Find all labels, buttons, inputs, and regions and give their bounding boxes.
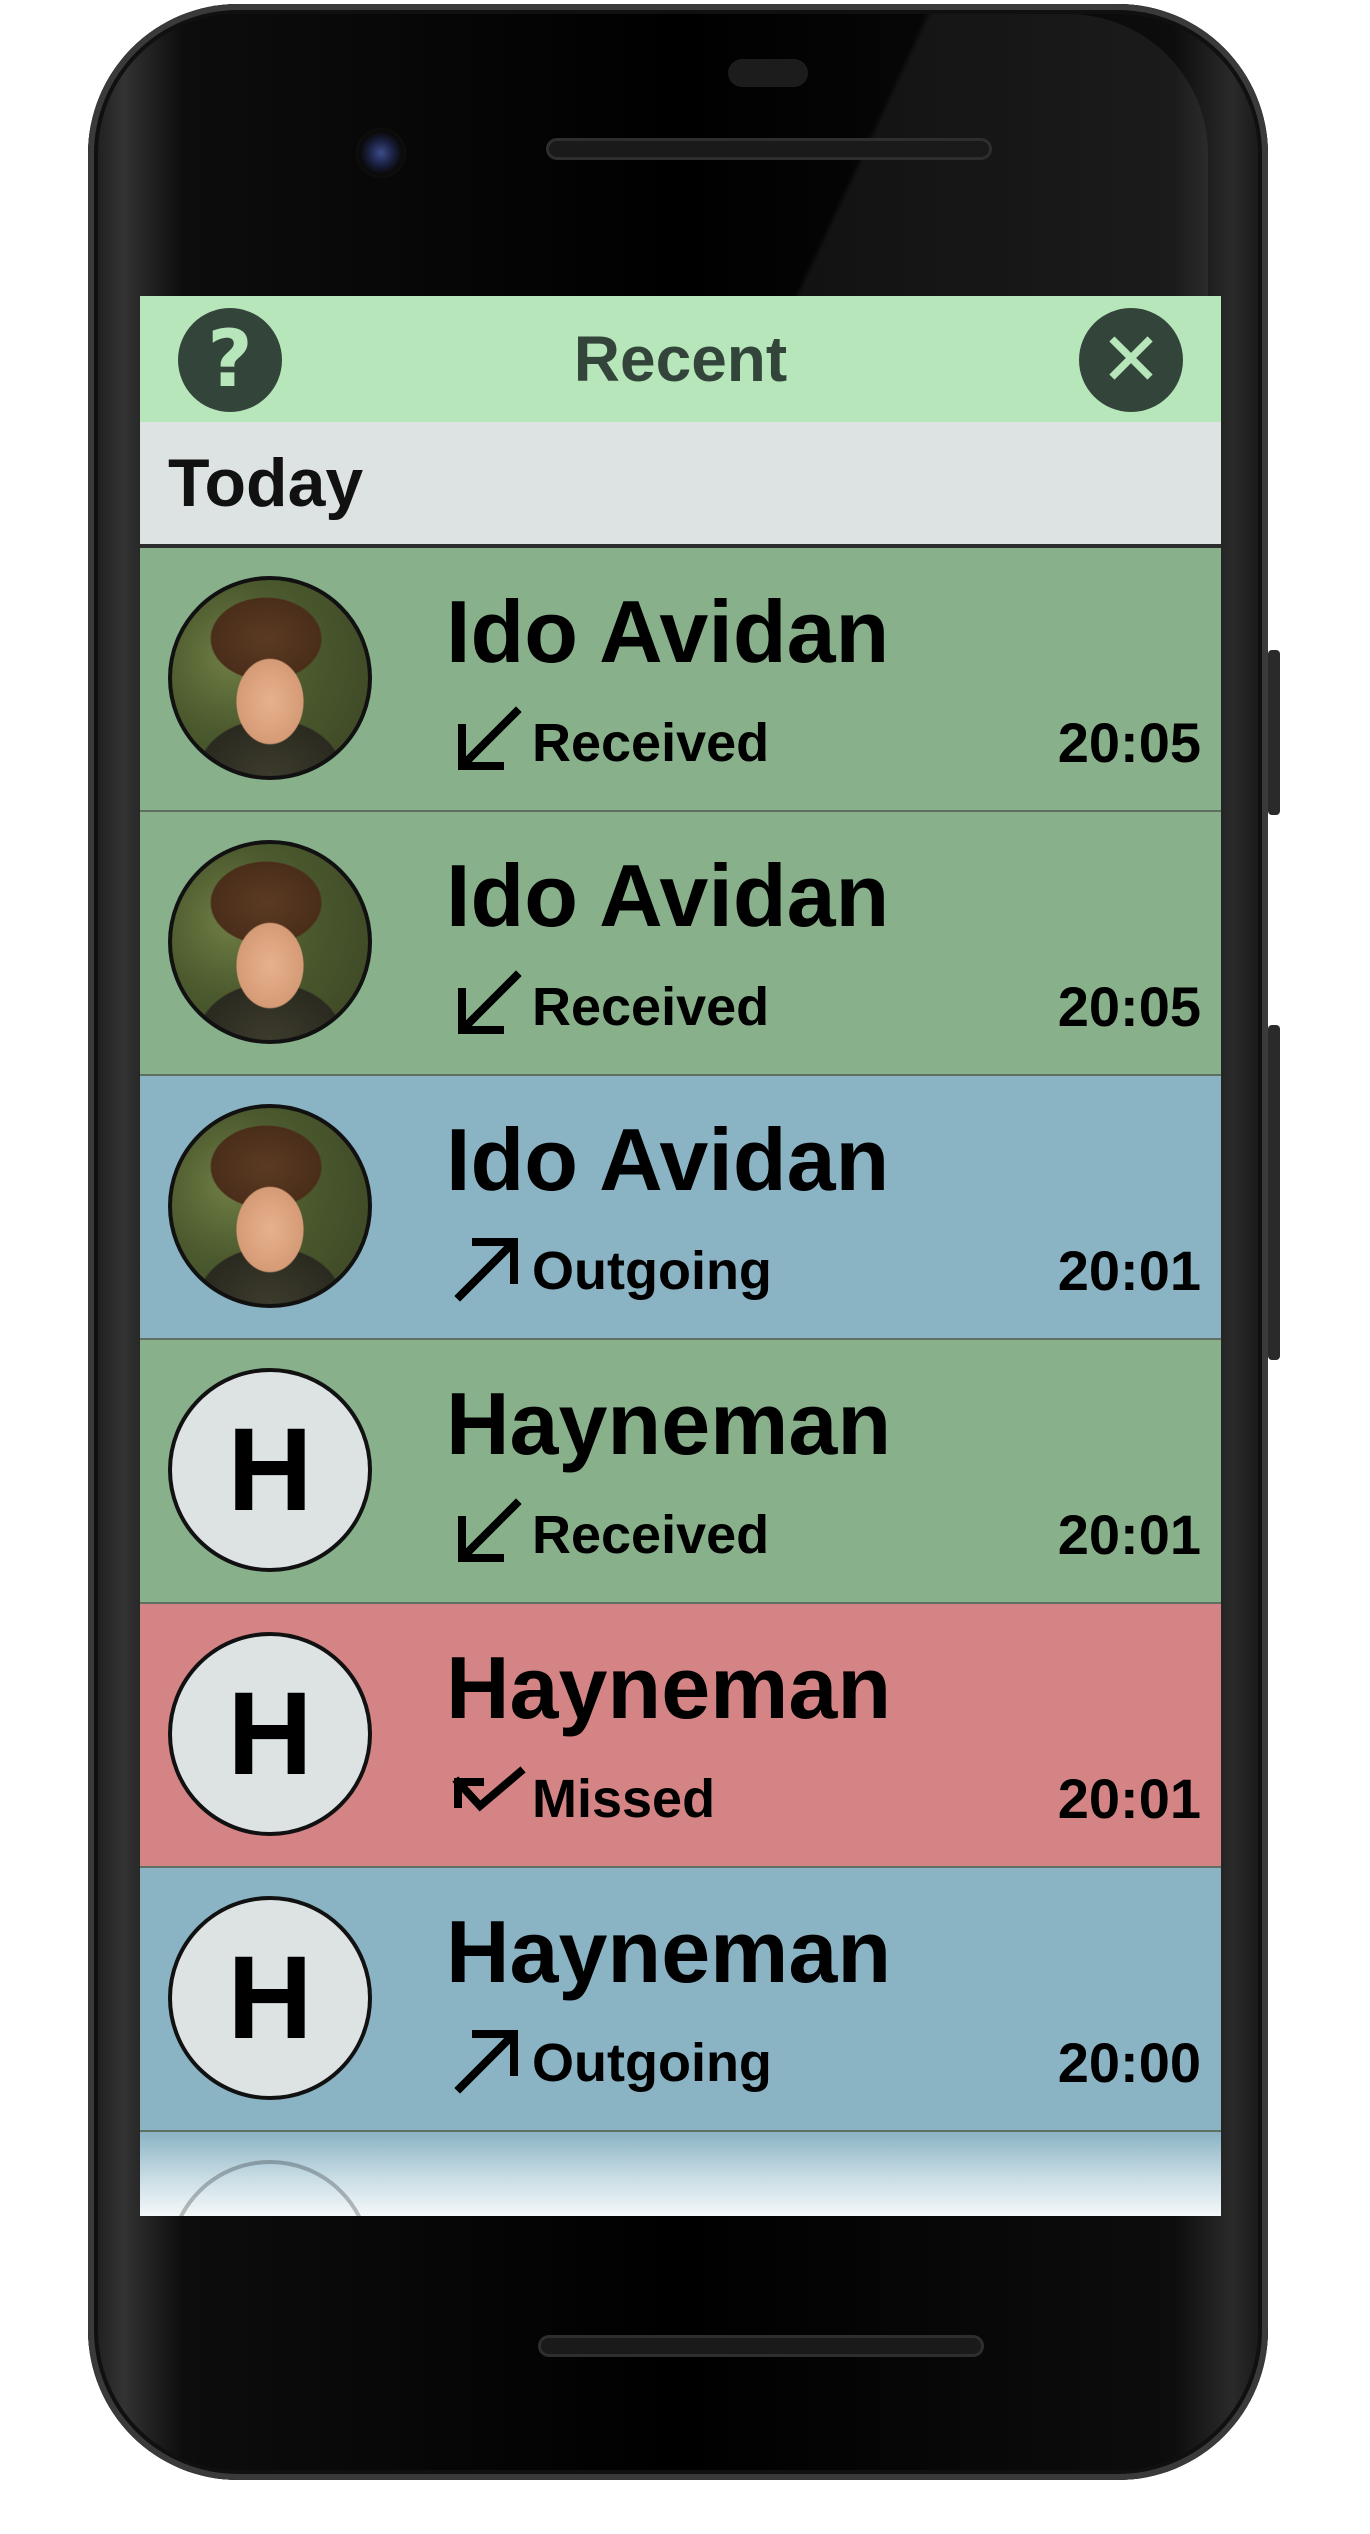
avatar	[168, 2160, 372, 2216]
contact-name: Ido Avidan	[446, 846, 890, 945]
call-type-label: Received	[532, 713, 770, 773]
outgoing-arrow-icon	[450, 1230, 526, 1306]
call-time: 20:01	[1057, 1239, 1201, 1302]
received-arrow-icon	[450, 966, 526, 1042]
call-list-item[interactable]: Ido Avidan Received 20:05	[140, 548, 1221, 812]
section-header: Today	[140, 422, 1221, 548]
avatar[interactable]: H	[168, 1368, 372, 1572]
call-list-item[interactable]: H Hayneman Missed 20:01	[140, 1604, 1221, 1868]
call-time: 20:00	[1057, 2031, 1201, 2094]
call-list: Ido Avidan Received 20:05 Ido Avidan Receive…	[140, 548, 1221, 2132]
contact-name: Hayneman	[446, 1638, 892, 1737]
call-time: 20:01	[1057, 1767, 1201, 1830]
call-type-label: Outgoing	[532, 2033, 772, 2093]
proximity-sensor	[728, 59, 808, 87]
avatar[interactable]	[168, 840, 372, 1044]
contact-name: Ido Avidan	[446, 1110, 890, 1209]
call-type-label: Received	[532, 1505, 770, 1565]
contact-name: Hayneman	[446, 1374, 892, 1473]
power-button	[1268, 650, 1280, 815]
list-item-partial[interactable]	[140, 2132, 1221, 2216]
avatar[interactable]	[168, 576, 372, 780]
bottom-speaker	[538, 2335, 984, 2357]
call-list-item[interactable]: Ido Avidan Received 20:05	[140, 812, 1221, 1076]
contact-name: Ido Avidan	[446, 582, 890, 681]
missed-arrow-icon	[450, 1758, 526, 1834]
call-list-item[interactable]: Ido Avidan Outgoing 20:01	[140, 1076, 1221, 1340]
call-list-item[interactable]: H Hayneman Outgoing 20:00	[140, 1868, 1221, 2132]
call-type-label: Received	[532, 977, 770, 1037]
call-time: 20:01	[1057, 1503, 1201, 1566]
earpiece-speaker	[546, 138, 992, 160]
close-button[interactable]: ✕	[1079, 308, 1183, 412]
call-list-item[interactable]: H Hayneman Received 20:01	[140, 1340, 1221, 1604]
outgoing-arrow-icon	[450, 2022, 526, 2098]
front-camera-icon	[356, 128, 406, 178]
section-title: Today	[168, 445, 364, 521]
screen: ? Recent ✕ Today Ido Avidan Received 20:05…	[140, 296, 1221, 2216]
call-time: 20:05	[1057, 711, 1201, 774]
contact-name: Hayneman	[446, 1902, 892, 2001]
volume-button	[1268, 1025, 1280, 1360]
avatar[interactable]: H	[168, 1896, 372, 2100]
call-type-label: Outgoing	[532, 1241, 772, 1301]
top-bar: ? Recent ✕	[140, 296, 1221, 422]
received-arrow-icon	[450, 702, 526, 778]
avatar[interactable]	[168, 1104, 372, 1308]
call-type-label: Missed	[532, 1769, 716, 1829]
received-arrow-icon	[450, 1494, 526, 1570]
avatar[interactable]: H	[168, 1632, 372, 1836]
call-time: 20:05	[1057, 975, 1201, 1038]
page-title: Recent	[573, 323, 788, 395]
